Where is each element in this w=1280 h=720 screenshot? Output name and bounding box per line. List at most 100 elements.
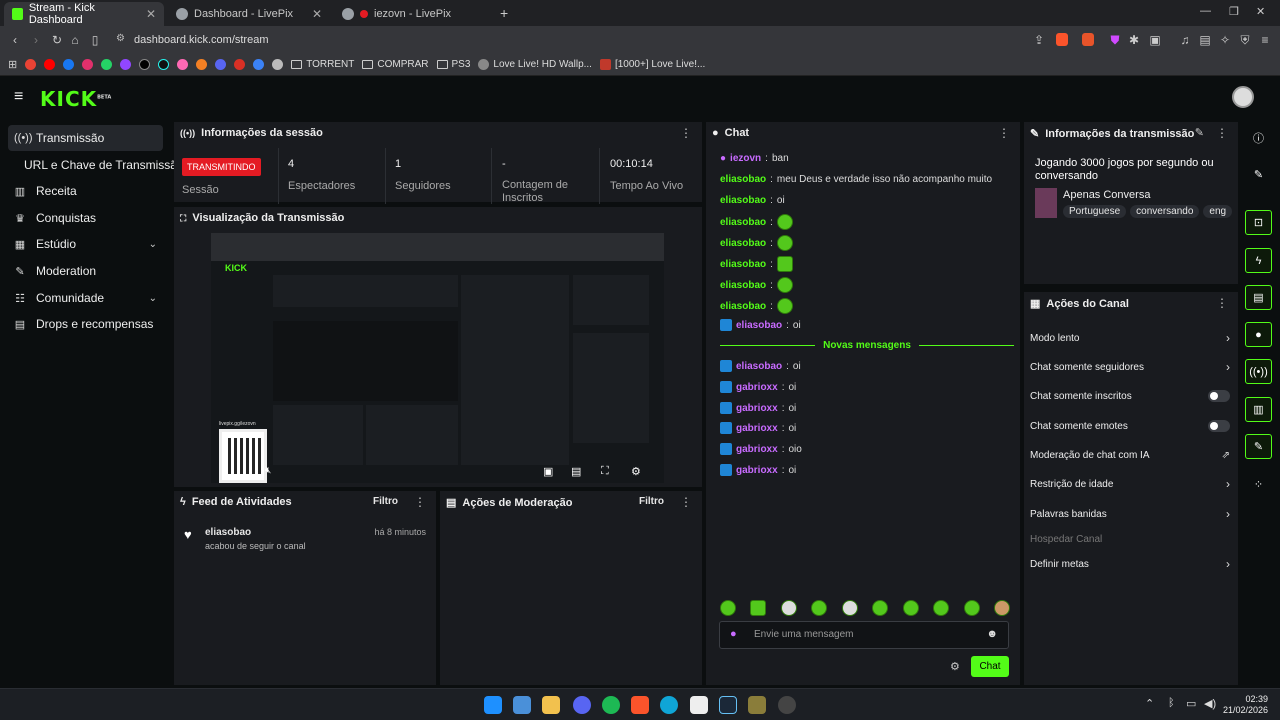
emote-icon[interactable] bbox=[993, 600, 1010, 616]
chat-username[interactable]: eliasobao bbox=[720, 195, 766, 206]
sidebar-item-moderation[interactable]: ✎ Moderation bbox=[8, 258, 163, 284]
chat-username[interactable]: eliasobao bbox=[720, 217, 766, 228]
chat-username[interactable]: eliasobao bbox=[720, 259, 766, 270]
sidebar-item-transmissao[interactable]: ((•)) Transmissão bbox=[8, 125, 163, 151]
share-icon[interactable]: ⇪ bbox=[1032, 33, 1046, 47]
chat-username[interactable]: gabrioxx bbox=[736, 465, 778, 476]
kebab-menu-icon[interactable]: ⋮ bbox=[1216, 126, 1228, 140]
pip-icon[interactable]: ▣ bbox=[543, 465, 553, 478]
star-app-icon[interactable] bbox=[748, 696, 766, 714]
maximize-icon[interactable]: ❐ bbox=[1229, 5, 1239, 18]
action-followers-only[interactable]: Chat somente seguidores › bbox=[1030, 357, 1230, 377]
lightning-tool-icon[interactable]: ϟ bbox=[1245, 248, 1272, 273]
chat-username[interactable]: iezovn bbox=[730, 153, 761, 164]
chat-username[interactable]: eliasobao bbox=[720, 301, 766, 312]
youtube-icon[interactable] bbox=[44, 59, 56, 70]
file-explorer-icon[interactable] bbox=[542, 696, 560, 714]
discord-icon[interactable] bbox=[573, 696, 591, 714]
wallet-icon[interactable]: ▤ bbox=[1198, 33, 1212, 47]
emotes-only-toggle[interactable] bbox=[1208, 420, 1230, 432]
bookmark-folder-torrent[interactable]: TORRENT bbox=[291, 59, 354, 70]
chat-settings-gear-icon[interactable]: ⚙ bbox=[950, 660, 960, 673]
network-icon[interactable]: ▭ bbox=[1186, 697, 1196, 710]
bookmark-lovelive-wallpaper[interactable]: Love Live! HD Wallp... bbox=[478, 59, 592, 70]
pencil-icon[interactable]: ✎ bbox=[1195, 126, 1204, 139]
emote-icon[interactable] bbox=[963, 600, 980, 616]
emote-icon[interactable] bbox=[841, 600, 858, 616]
bookmark-lovelive[interactable]: [1000+] Love Live!... bbox=[599, 59, 705, 70]
emote-icon[interactable] bbox=[902, 600, 919, 616]
sidebar-item-drops[interactable]: ▤ Drops e recompensas bbox=[8, 311, 163, 337]
info-icon[interactable]: ⓘ bbox=[1245, 125, 1272, 150]
notepad-icon[interactable] bbox=[690, 696, 708, 714]
kebab-menu-icon[interactable]: ⋮ bbox=[680, 495, 692, 509]
subscribers-only-toggle[interactable] bbox=[1208, 390, 1230, 402]
kebab-menu-icon[interactable]: ⋮ bbox=[680, 126, 692, 140]
ai-icon[interactable]: ✧ bbox=[1218, 33, 1232, 47]
obs-icon[interactable] bbox=[778, 696, 796, 714]
tab-kick-dashboard[interactable]: Stream - Kick Dashboard ✕ bbox=[4, 2, 164, 26]
bookmark-folder-ps3[interactable]: PS3 bbox=[436, 59, 470, 70]
bookmark-folder-comprar[interactable]: COMPRAR bbox=[362, 59, 429, 70]
tiktok-icon[interactable] bbox=[158, 59, 170, 70]
stream-preview-video[interactable]: KICK livepix.gg/iezovn ▣ ▤ ⛶ ⚙ 🔇︎ bbox=[211, 233, 664, 483]
vpn-icon[interactable]: ⛨ bbox=[1238, 33, 1252, 47]
emote-icon[interactable] bbox=[780, 600, 797, 616]
back-icon[interactable]: ‹ bbox=[8, 33, 22, 47]
emote-icon[interactable] bbox=[872, 600, 889, 616]
gray-site-icon[interactable] bbox=[272, 59, 284, 70]
chat-username[interactable]: gabrioxx bbox=[736, 444, 778, 455]
close-icon[interactable]: ✕ bbox=[146, 7, 156, 21]
brave-shield-icon[interactable] bbox=[1056, 33, 1068, 46]
red-site-icon[interactable] bbox=[234, 59, 246, 70]
action-set-goals[interactable]: Definir metas › bbox=[1030, 554, 1230, 574]
extension-shield-icon[interactable]: ⛊ bbox=[1108, 33, 1122, 47]
chat-username[interactable]: gabrioxx bbox=[736, 403, 778, 414]
clock[interactable]: 02:39 21/02/2026 bbox=[1222, 694, 1268, 716]
emoji-icon[interactable]: ☻ bbox=[986, 628, 998, 640]
emote-icon[interactable] bbox=[933, 600, 950, 616]
blue-site-icon[interactable] bbox=[215, 59, 227, 70]
reload-icon[interactable]: ↻ bbox=[50, 33, 64, 47]
edit-icon[interactable]: ✎ bbox=[1245, 162, 1272, 187]
chat-input[interactable]: ● Envie uma mensagem ☻ bbox=[719, 621, 1009, 649]
tab-livepix-dashboard[interactable]: Dashboard - LivePix ✕ bbox=[168, 2, 330, 26]
settings-gear-icon[interactable]: ⚙ bbox=[631, 465, 641, 478]
apps-grid-icon[interactable]: ⊞ bbox=[8, 58, 17, 71]
emote-icon[interactable] bbox=[720, 600, 736, 616]
fullscreen-icon[interactable]: ⛶ bbox=[601, 465, 609, 478]
extensions-icon[interactable]: ✱ bbox=[1127, 33, 1141, 47]
bluetooth-icon[interactable]: ᛒ bbox=[1168, 697, 1175, 709]
forward-icon[interactable]: › bbox=[29, 33, 43, 47]
tray-chevron-icon[interactable]: ⌃ bbox=[1145, 697, 1154, 710]
edge-icon[interactable] bbox=[660, 696, 678, 714]
play-site-icon[interactable] bbox=[253, 59, 265, 70]
home-icon[interactable]: ⌂ bbox=[68, 33, 82, 47]
tab-livepix-iezovn[interactable]: iezovn - LivePix bbox=[334, 2, 494, 26]
sidebar-item-url-chave[interactable]: URL e Chave de Transmissão bbox=[18, 152, 184, 178]
document-tool-icon[interactable]: ▤ bbox=[1245, 285, 1272, 310]
activity-user[interactable]: eliasobao bbox=[205, 527, 251, 538]
apps-tool-icon[interactable]: ⁘ bbox=[1245, 472, 1272, 497]
chat-username[interactable]: eliasobao bbox=[736, 361, 782, 372]
close-icon[interactable]: ✕ bbox=[312, 7, 322, 21]
chat-username[interactable]: eliasobao bbox=[720, 280, 766, 291]
chat-send-button[interactable]: Chat bbox=[971, 656, 1009, 677]
chat-username[interactable]: gabrioxx bbox=[736, 423, 778, 434]
chat-username[interactable]: eliasobao bbox=[720, 238, 766, 249]
chat-username[interactable]: eliasobao bbox=[720, 174, 766, 185]
hamburger-menu-icon[interactable]: ≡ bbox=[14, 88, 23, 106]
broadcast-tool-icon[interactable]: ((•)) bbox=[1245, 359, 1272, 384]
facebook-icon[interactable] bbox=[63, 59, 75, 70]
moderation-filter-button[interactable]: Filtro bbox=[639, 496, 664, 507]
menu-icon[interactable]: ≡ bbox=[1258, 33, 1272, 47]
category-name[interactable]: Apenas Conversa bbox=[1063, 189, 1150, 201]
pink-site-icon[interactable] bbox=[177, 59, 189, 70]
steam-icon[interactable] bbox=[719, 696, 737, 714]
mute-icon[interactable]: 🔇︎ bbox=[265, 465, 271, 476]
screenshot-tool-icon[interactable]: ⊡ bbox=[1245, 210, 1272, 235]
action-ai-moderation[interactable]: Moderação de chat com IA ⇗ bbox=[1030, 445, 1230, 465]
avatar[interactable] bbox=[1232, 86, 1254, 108]
x-icon[interactable] bbox=[139, 59, 151, 70]
gmail-icon[interactable] bbox=[25, 59, 37, 70]
